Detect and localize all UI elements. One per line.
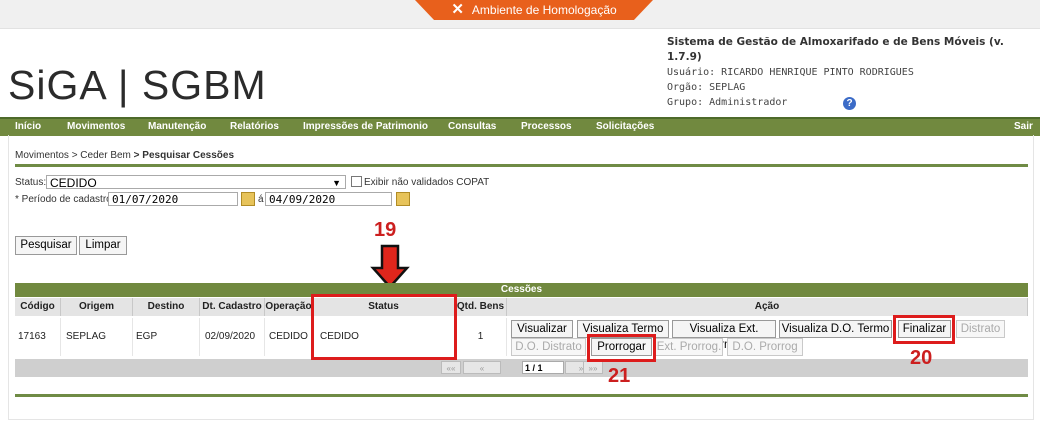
col-codigo: Código — [15, 298, 61, 316]
col-operacao: Operação — [265, 298, 313, 316]
visualiza-ext-termo-button[interactable]: Visualiza Ext. Termo — [672, 320, 776, 351]
do-distrato-button: D.O. Distrato — [511, 338, 586, 356]
divider-top — [15, 164, 1028, 167]
divider-bottom — [15, 394, 1028, 397]
copat-checkbox-label: Exibir não validados COPAT — [364, 177, 490, 188]
visualizar-button[interactable]: Visualizar — [511, 320, 573, 338]
status-select[interactable]: CEDIDO ▼ — [46, 175, 346, 190]
highlight-finalizar — [893, 315, 955, 344]
col-acao: Ação — [507, 298, 1028, 316]
copat-checkbox[interactable] — [351, 176, 362, 187]
do-prorrog-button: D.O. Prorrog — [727, 338, 803, 356]
environment-tab: ✕ Ambiente de Homologação — [415, 0, 653, 20]
period-label: * Período de cadastro: — [15, 194, 115, 205]
tools-icon: ✕ — [451, 1, 464, 18]
col-qtd-bens: Qtd. Bens — [455, 298, 507, 316]
visualiza-do-termo-button[interactable]: Visualiza D.O. Termo — [779, 320, 892, 338]
annotation-21: 21 — [608, 365, 631, 387]
col-dt-cadastro: Dt. Cadastro — [200, 298, 265, 316]
date-to-input[interactable]: 04/09/2020 — [265, 192, 392, 206]
cell-codigo: 17163 — [15, 318, 61, 356]
col-destino: Destino — [133, 298, 200, 316]
logout-link[interactable]: Sair — [1014, 121, 1033, 132]
breadcrumb: Movimentos > Ceder Bem > Pesquisar Cessõ… — [15, 150, 234, 161]
nav-item-movimentos[interactable]: Movimentos — [67, 121, 125, 132]
status-label: Status: — [15, 177, 47, 188]
nav-item-solicitacoes[interactable]: Solicitações — [596, 121, 654, 132]
prev-page-button[interactable]: « — [463, 361, 501, 374]
cell-dt-cadastro: 02/09/2020 — [200, 318, 265, 356]
app-logo: SiGA | SGBM — [8, 62, 267, 108]
cell-qtd-bens: 1 — [455, 318, 507, 356]
system-title: Sistema de Gestão de Almoxarifado e de B… — [667, 36, 1004, 63]
highlight-status — [311, 294, 457, 360]
ext-prorrog-button: Ext. Prorrog. — [655, 338, 723, 356]
nav-item-consultas[interactable]: Consultas — [448, 121, 496, 132]
col-origem: Origem — [61, 298, 133, 316]
nav-item-impressoes[interactable]: Impressões de Patrimonio — [303, 121, 428, 132]
pagination-bar: «« « 1 / 1 » »» — [15, 359, 1028, 377]
nav-item-relatorios[interactable]: Relatórios — [230, 121, 279, 132]
org-info: Orgão: SEPLAG — [667, 82, 746, 93]
breadcrumb-current: > Pesquisar Cessões — [133, 150, 235, 161]
annotation-19: 19 — [374, 219, 397, 241]
cell-origem: SEPLAG — [61, 318, 133, 356]
clear-button[interactable]: Limpar — [79, 236, 127, 255]
chevron-down-icon: ▼ — [332, 178, 341, 188]
breadcrumb-movimentos[interactable]: Movimentos — [15, 150, 69, 161]
date-from-input[interactable]: 01/07/2020 — [108, 192, 238, 206]
nav-item-inicio[interactable]: Início — [15, 121, 41, 132]
calendar-icon[interactable] — [396, 192, 410, 206]
date-separator: á — [258, 194, 264, 205]
nav-item-manutencao[interactable]: Manutenção — [148, 121, 206, 132]
user-info: Usuário: RICARDO HENRIQUE PINTO RODRIGUE… — [667, 67, 914, 78]
distrato-button: Distrato — [956, 320, 1005, 338]
search-button[interactable]: Pesquisar — [15, 236, 77, 255]
cell-operacao: CEDIDO — [265, 318, 313, 356]
help-icon[interactable]: ? — [843, 97, 856, 110]
first-page-button[interactable]: «« — [441, 361, 461, 374]
breadcrumb-ceder-bem[interactable]: > Ceder Bem — [72, 150, 131, 161]
status-select-value: CEDIDO — [50, 176, 97, 190]
cell-destino: EGP — [133, 318, 200, 356]
last-page-button[interactable]: »» — [583, 361, 603, 374]
table-title: Cessões — [15, 283, 1028, 297]
page-indicator[interactable]: 1 / 1 — [522, 361, 564, 374]
highlight-prorrogar — [587, 334, 656, 362]
nav-item-processos[interactable]: Processos — [521, 121, 572, 132]
main-nav: Início Movimentos Manutenção Relatórios … — [0, 117, 1040, 136]
annotation-20: 20 — [910, 347, 933, 369]
calendar-icon[interactable] — [241, 192, 255, 206]
environment-label: Ambiente de Homologação — [471, 3, 617, 17]
